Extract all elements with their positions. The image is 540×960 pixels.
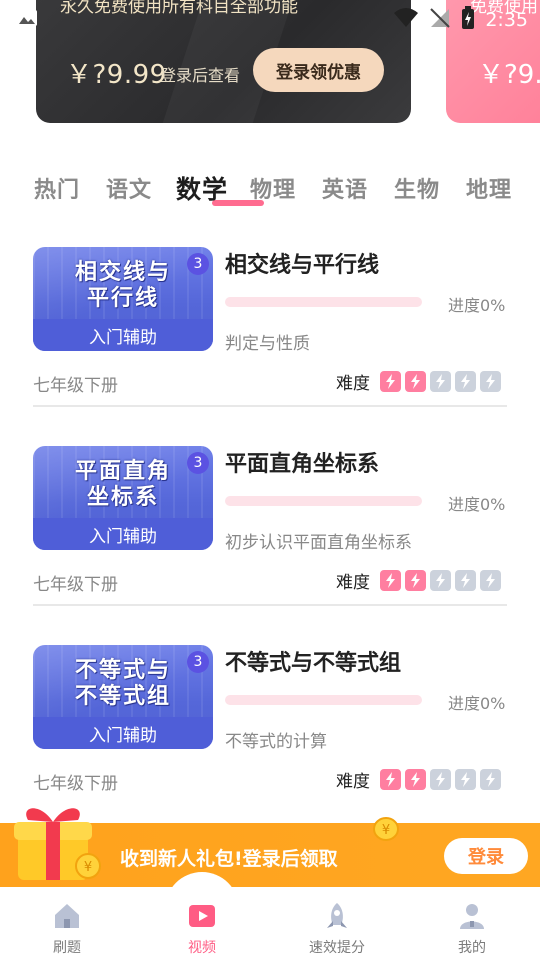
no-signal-icon: [429, 7, 451, 33]
course-description: 初步认识平面直角坐标系: [225, 533, 412, 553]
tab-hot[interactable]: 热门: [34, 172, 80, 204]
progress-text: 进度0%: [448, 296, 506, 315]
difficulty-bolt-empty-icon: [455, 371, 476, 392]
course-thumbnail[interactable]: 不等式与 不等式组 入门辅助 3: [33, 645, 213, 749]
promo-description: 永久免费使用所有科目全部功能: [60, 0, 298, 17]
tab-biology[interactable]: 生物: [394, 172, 440, 204]
thumbnail-footer: 入门辅助: [33, 518, 213, 550]
grade-label: 七年级下册: [33, 774, 118, 794]
difficulty-bolt-empty-icon: [480, 769, 501, 790]
course-thumbnail[interactable]: 相交线与 平行线 入门辅助 3: [33, 247, 213, 351]
difficulty-bolt-empty-icon: [455, 769, 476, 790]
status-time: 2:35: [485, 9, 528, 31]
battery-charging-icon: [461, 6, 475, 34]
difficulty-rating: 难度: [336, 568, 501, 593]
home-icon: [52, 901, 82, 935]
difficulty-bolt-filled-icon: [405, 769, 426, 790]
course-title[interactable]: 不等式与不等式组: [225, 645, 401, 677]
course-item[interactable]: 平面直角 坐标系 入门辅助 3 平面直角坐标系 进度0% 初步认识平面直角坐标系…: [33, 446, 507, 606]
course-title[interactable]: 平面直角坐标系: [225, 446, 379, 478]
thumbnail-footer: 入门辅助: [33, 717, 213, 749]
thumbnail-title: 不等式与 不等式组: [74, 657, 171, 709]
status-bar-right: 2:35: [393, 6, 528, 34]
promo-price: ￥?9.99: [66, 60, 167, 90]
difficulty-rating: 难度: [336, 767, 501, 792]
grade-label: 七年级下册: [33, 376, 118, 396]
nav-label: 我的: [458, 940, 486, 956]
progress-bar: [225, 695, 422, 705]
difficulty-bolt-empty-icon: [455, 570, 476, 591]
lesson-count-badge: 3: [187, 253, 209, 275]
difficulty-bolt-empty-icon: [430, 769, 451, 790]
promo-side-price: ￥?9.9: [478, 60, 540, 90]
thumbnail-title: 相交线与 平行线: [74, 259, 171, 311]
tab-english[interactable]: 英语: [322, 172, 368, 204]
promo-card-vip[interactable]: 永久免费使用所有科目全部功能 ￥?9.99 登录后查看 登录领优惠: [36, 0, 411, 123]
difficulty-bolt-empty-icon: [430, 371, 451, 392]
nav-item-practice[interactable]: 刷题: [17, 887, 117, 960]
lesson-count-badge: 3: [187, 452, 209, 474]
rocket-icon: [322, 901, 352, 935]
difficulty-bolt-filled-icon: [380, 570, 401, 591]
nav-item-video[interactable]: 视频: [152, 887, 252, 960]
thumbnail-footer: 入门辅助: [33, 319, 213, 351]
thumbnail-title: 平面直角 坐标系: [74, 458, 171, 510]
tab-math[interactable]: 数学: [176, 170, 228, 206]
difficulty-bolt-empty-icon: [430, 570, 451, 591]
progress-bar: [225, 496, 422, 506]
nav-item-quick-boost[interactable]: 速效提分: [287, 887, 387, 960]
nav-label: 速效提分: [309, 940, 365, 956]
difficulty-label: 难度: [336, 374, 370, 394]
progress-text: 进度0%: [448, 694, 506, 713]
bottom-navigation: 刷题 视频 速效提分 我的: [0, 887, 540, 960]
login-button[interactable]: 登录: [444, 838, 528, 874]
tab-physics[interactable]: 物理: [250, 172, 296, 204]
difficulty-label: 难度: [336, 573, 370, 593]
lesson-count-badge: 3: [187, 651, 209, 673]
course-description: 判定与性质: [225, 334, 310, 354]
difficulty-bolt-filled-icon: [380, 769, 401, 790]
progress-bar: [225, 297, 422, 307]
nav-label: 刷题: [53, 940, 81, 956]
course-title[interactable]: 相交线与平行线: [225, 247, 379, 279]
course-description: 不等式的计算: [225, 732, 327, 752]
gift-box-icon: ¥: [10, 800, 102, 890]
grade-label: 七年级下册: [33, 575, 118, 595]
subject-tabs: 热门 语文 数学 物理 英语 生物 地理: [34, 172, 524, 212]
coin-icon: ¥: [372, 816, 402, 846]
difficulty-bolt-filled-icon: [405, 371, 426, 392]
difficulty-bolt-filled-icon: [380, 371, 401, 392]
divider: [33, 604, 507, 606]
course-item[interactable]: 相交线与 平行线 入门辅助 3 相交线与平行线 进度0% 判定与性质 七年级下册…: [33, 247, 507, 407]
difficulty-label: 难度: [336, 772, 370, 792]
svg-text:¥: ¥: [382, 823, 390, 838]
user-icon: [457, 901, 487, 935]
video-play-icon: [187, 901, 217, 935]
nav-label: 视频: [188, 940, 216, 956]
wifi-icon: [393, 7, 419, 33]
tab-chinese[interactable]: 语文: [106, 172, 152, 204]
difficulty-bolt-empty-icon: [480, 570, 501, 591]
divider: [33, 405, 507, 407]
course-item[interactable]: 不等式与 不等式组 入门辅助 3 不等式与不等式组 进度0% 不等式的计算 七年…: [33, 645, 507, 805]
gift-banner-text: 收到新人礼包!登录后领取: [120, 848, 338, 870]
course-thumbnail[interactable]: 平面直角 坐标系 入门辅助 3: [33, 446, 213, 550]
nav-item-profile[interactable]: 我的: [422, 887, 522, 960]
difficulty-rating: 难度: [336, 369, 501, 394]
progress-text: 进度0%: [448, 495, 506, 514]
difficulty-bolt-empty-icon: [480, 371, 501, 392]
login-for-discount-button[interactable]: 登录领优惠: [253, 48, 384, 92]
tab-geography[interactable]: 地理: [466, 172, 512, 204]
svg-text:¥: ¥: [84, 860, 92, 875]
promo-hint: 登录后查看: [160, 66, 241, 85]
image-icon: [16, 8, 38, 32]
difficulty-bolt-filled-icon: [405, 570, 426, 591]
